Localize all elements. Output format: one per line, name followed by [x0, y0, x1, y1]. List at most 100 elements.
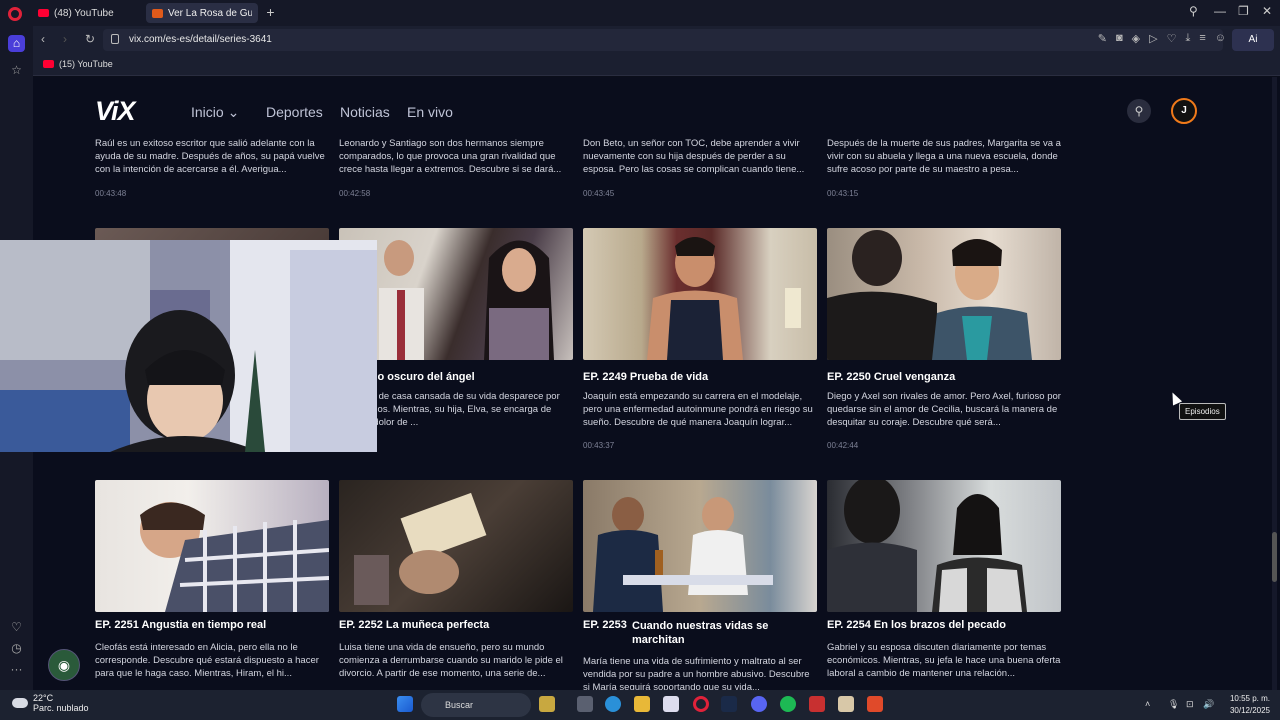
play-icon[interactable]: ▷	[1149, 32, 1157, 45]
episode-title[interactable]: EP. 2249 Prueba de vida	[583, 371, 817, 383]
date: 30/12/2025	[1229, 706, 1270, 715]
webcam-video	[0, 240, 377, 452]
thumbnail-art	[827, 480, 1027, 612]
reload-icon[interactable]: ↻	[85, 32, 95, 46]
vix-header: ViX Inicio ⌄ Deportes Noticias En vivo ⚲…	[33, 77, 1270, 137]
app-icon[interactable]	[809, 696, 825, 712]
tab-vix[interactable]: Ver La Rosa de Guadalupe	[146, 3, 258, 23]
episode-duration: 00:43:45	[583, 189, 615, 198]
tab-youtube[interactable]: (48) YouTube	[32, 3, 144, 23]
widgets-icon[interactable]	[539, 696, 555, 712]
episode-title[interactable]: EP. 2252 La muñeca perfecta	[339, 619, 573, 631]
heart-icon[interactable]: ♡	[8, 619, 25, 636]
nav-inicio[interactable]: Inicio ⌄	[191, 104, 239, 121]
search-icon[interactable]: ⚲	[1127, 99, 1151, 123]
episode-title-continued[interactable]: Cuando nuestras vidas se marchitan	[632, 619, 812, 647]
scrollbar-thumb[interactable]	[1272, 532, 1277, 582]
mic-icon[interactable]: 🎙	[1168, 699, 1179, 710]
menu-icon[interactable]: ≡	[1199, 32, 1205, 45]
bookmark-youtube[interactable]: (15) YouTube	[43, 59, 113, 69]
brave-icon[interactable]	[867, 696, 883, 712]
cookie-settings-icon[interactable]: ◉	[48, 649, 80, 681]
bookmarks-bar: (15) YouTube	[33, 54, 1280, 76]
minimize-icon[interactable]: —	[1214, 4, 1226, 18]
taskbar-search[interactable]: Buscar	[421, 693, 531, 717]
restore-icon[interactable]: ❐	[1238, 4, 1249, 18]
vix-favicon-icon	[152, 8, 163, 18]
app-icon[interactable]	[838, 696, 854, 712]
nav-noticias[interactable]: Noticias	[340, 104, 390, 120]
opera-icon[interactable]	[693, 696, 709, 712]
home-icon[interactable]: ⌂	[8, 35, 25, 52]
avatar[interactable]: J	[1171, 98, 1197, 124]
youtube-favicon-icon	[43, 60, 54, 68]
time: 10:55 p. m.	[1229, 694, 1270, 703]
episode-description: María tiene una vida de sufrimiento y ma…	[583, 656, 810, 690]
opera-logo-icon[interactable]	[8, 7, 22, 21]
episode-thumbnail[interactable]	[339, 480, 573, 612]
history-icon[interactable]: ◷	[8, 640, 25, 657]
close-icon[interactable]: ✕	[1262, 4, 1272, 18]
clock[interactable]: 10:55 p. m. 30/12/2025	[1230, 693, 1270, 717]
url-text: vix.com/es-es/detail/series-3641	[129, 34, 272, 45]
weather-widget[interactable]: 22°C Parc. nublado	[12, 693, 89, 713]
episode-thumbnail[interactable]	[583, 228, 817, 360]
episode-thumbnail[interactable]	[95, 480, 329, 612]
episode-description: Joaquín está empezando su carrera en el …	[583, 391, 813, 428]
nav-deportes[interactable]: Deportes	[266, 104, 323, 120]
nav-label: Inicio	[191, 104, 224, 120]
episode-thumbnail[interactable]	[827, 228, 1061, 360]
new-tab-button[interactable]: +	[263, 5, 278, 20]
episode-title[interactable]: EP. 2251 Angustia en tiempo real	[95, 619, 329, 631]
chevron-up-icon[interactable]: ˄	[1145, 699, 1150, 709]
spotify-icon[interactable]	[780, 696, 796, 712]
episode-title[interactable]: EP. 2250 Cruel venganza	[827, 371, 1061, 383]
store-icon[interactable]	[663, 696, 679, 712]
nav-en-vivo[interactable]: En vivo	[407, 104, 453, 120]
vix-logo[interactable]: ViX	[95, 96, 136, 127]
search-tabs-icon[interactable]: ⚲	[1189, 4, 1198, 18]
episode-title[interactable]: EP. 2254 En los brazos del pecado	[827, 619, 1061, 631]
tab-label: (48) YouTube	[54, 7, 114, 19]
episode-duration: 00:42:44	[827, 441, 859, 450]
more-icon[interactable]: ···	[8, 661, 25, 678]
edge-icon[interactable]	[605, 696, 621, 712]
volume-icon[interactable]: 🔊	[1203, 699, 1214, 710]
thumbnail-art	[647, 237, 801, 360]
steam-icon[interactable]	[721, 696, 737, 712]
browser-tab-strip: (48) YouTube Ver La Rosa de Guadalupe + …	[0, 0, 1280, 26]
episode-duration: 00:42:58	[339, 189, 371, 198]
profile-icon[interactable]: ☺	[1215, 32, 1226, 45]
star-icon[interactable]: ☆	[8, 62, 25, 79]
back-icon[interactable]: ‹	[41, 32, 45, 46]
webcam-overlay	[0, 240, 377, 452]
thumbnail-art	[593, 497, 773, 612]
search-label: Buscar	[445, 700, 474, 710]
heart-icon[interactable]: ♡	[1167, 32, 1177, 45]
episode-thumbnail[interactable]	[583, 480, 817, 612]
episode-description: Don Beto, un señor con TOC, debe aprende…	[583, 138, 805, 175]
chevron-down-icon: ⌄	[227, 104, 240, 120]
scrollbar[interactable]	[1272, 77, 1277, 690]
episode-description: Diego y Axel son rivales de amor. Pero A…	[827, 391, 1061, 428]
youtube-favicon-icon	[38, 9, 49, 17]
thumbnail-art	[140, 502, 329, 612]
ai-button[interactable]: Ai	[1232, 29, 1274, 51]
shield-icon[interactable]: ◈	[1132, 32, 1140, 45]
windows-start-icon[interactable]	[397, 696, 413, 712]
url-field[interactable]: vix.com/es-es/detail/series-3641	[103, 29, 1223, 51]
discord-icon[interactable]	[751, 696, 767, 712]
thumbnail-art	[827, 230, 1032, 360]
task-view-icon[interactable]	[577, 696, 593, 712]
episode-thumbnail[interactable]	[827, 480, 1061, 612]
tooltip: Episodios	[1179, 403, 1226, 420]
file-explorer-icon[interactable]	[634, 696, 650, 712]
address-bar: ‹ › ↻ vix.com/es-es/detail/series-3641 ✎…	[33, 26, 1280, 54]
camera-icon[interactable]: ◙	[1116, 32, 1123, 45]
edit-icon[interactable]: ✎	[1098, 32, 1107, 45]
download-icon[interactable]: ⤓	[1185, 32, 1190, 45]
forward-icon[interactable]: ›	[63, 32, 67, 46]
episode-description: Luisa tiene una vida de ensueño, pero su…	[339, 642, 563, 679]
tab-label: Ver La Rosa de Guadalupe	[168, 7, 252, 19]
network-icon[interactable]: ⊡	[1186, 699, 1194, 710]
